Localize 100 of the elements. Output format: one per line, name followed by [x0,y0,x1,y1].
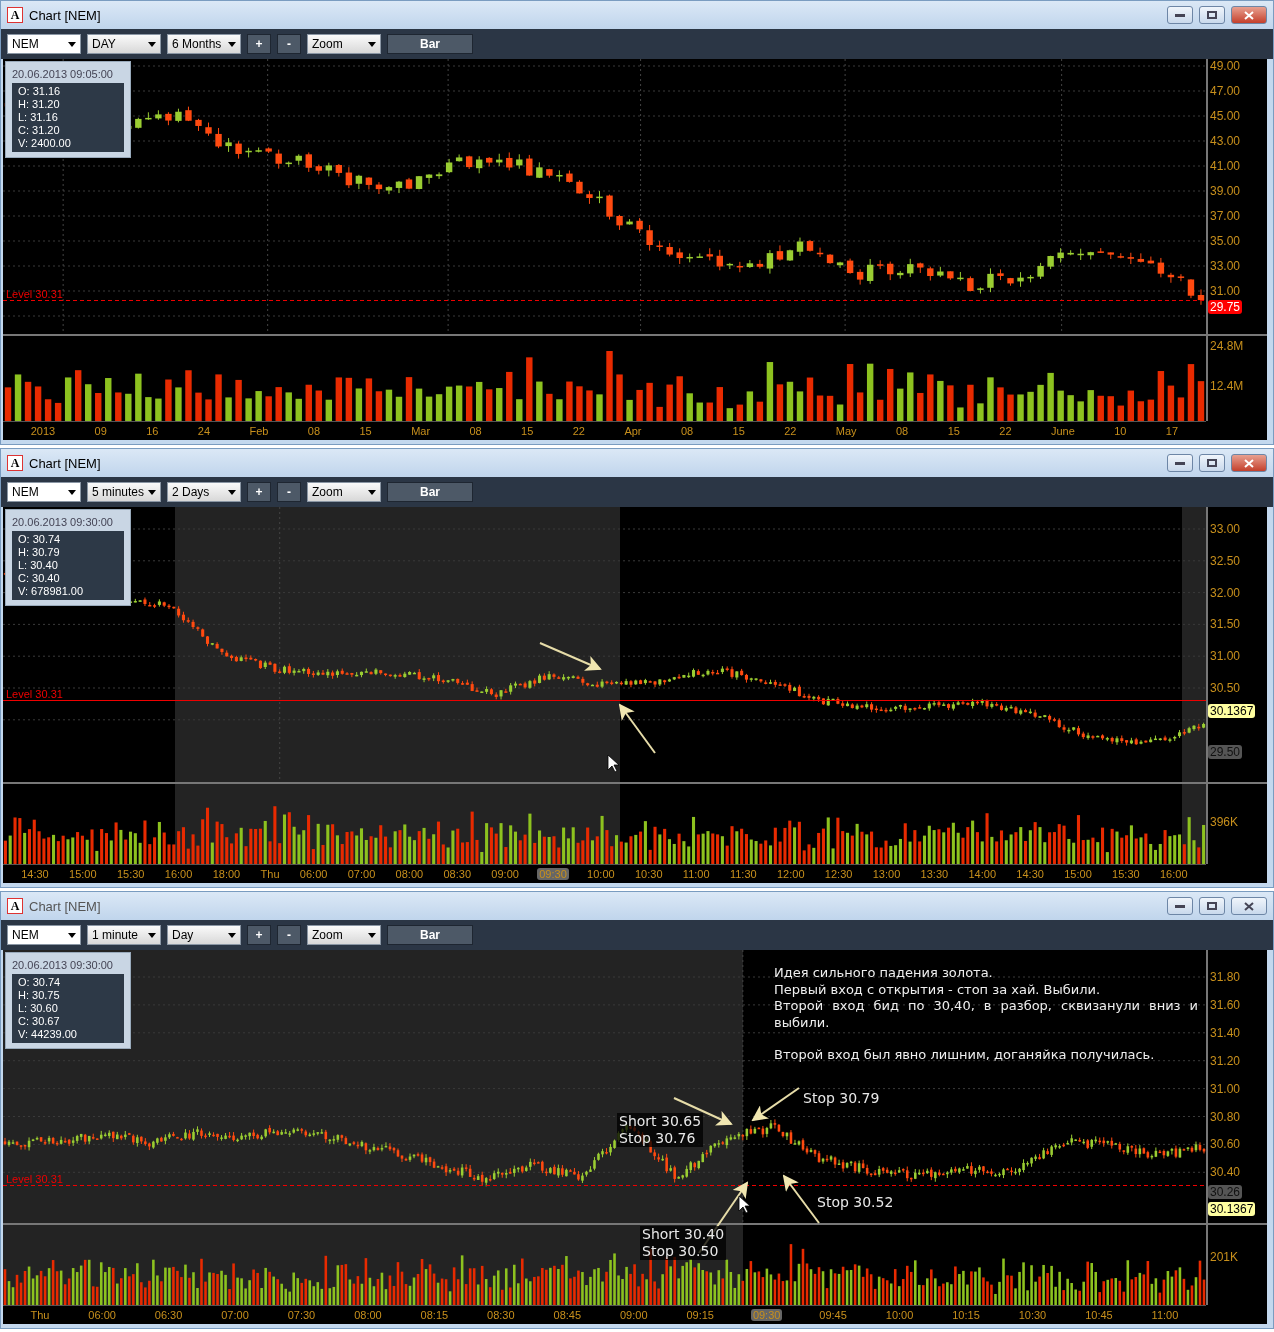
app-logo: A [7,7,23,23]
time-label: 15:30 [115,868,146,880]
ohlc-value: V: 2400.00 [18,137,72,150]
price-label: 30.50 [1210,681,1241,695]
dropdown[interactable]: 1 minute [87,925,161,945]
ohlc-value: O: 30.74 [18,533,62,546]
level-label: Level 30.31 [6,1172,63,1185]
caret-icon [68,41,76,47]
time-label: 08:00 [353,1309,383,1321]
price-label: 31.50 [1210,617,1241,632]
ohlc-value: C: 30.40 [18,572,61,585]
time-label: 15:00 [68,868,98,880]
annotation-arrow [539,642,602,671]
timestamp: 20.06.2013 09:05:00 [12,68,114,80]
minimize-button[interactable] [1167,6,1193,24]
close-button[interactable] [1231,6,1267,24]
price-label: 31.60 [1210,997,1241,1012]
volume-label: 24.8M [1210,339,1244,353]
time-label: 10:30 [634,868,664,880]
ohlc-value: C: 30.67 [18,1015,61,1028]
maximize-button[interactable] [1199,6,1225,24]
time-label: 2013 [29,425,57,437]
toolbar-button[interactable]: - [277,482,301,502]
ohlc-value: L: 30.60 [18,1002,59,1015]
price-label: 30.80 [1210,1109,1241,1124]
time-label: 15 [520,425,535,437]
time-label: 07:00 [346,868,377,880]
caret-icon [368,41,376,47]
symbol-dropdown[interactable]: NEM [7,482,81,502]
minimize-button[interactable] [1167,454,1193,472]
time-label: 08:45 [552,1309,583,1321]
toolbar-button[interactable]: + [247,34,271,54]
price-label: 30.60 [1210,1137,1241,1152]
price-label: 30.40 [1210,1165,1241,1180]
price-label: 31.00 [1210,649,1241,664]
toolbar-button[interactable]: - [277,925,301,945]
close-button[interactable] [1231,454,1267,472]
window-title: Chart [NEM] [29,898,102,914]
annotation-arrow [782,1174,820,1224]
time-label: 16:00 [163,868,194,880]
time-label: Mar [410,425,432,437]
trade-annotation: Stop 30.79 [801,1090,882,1107]
price-label: 31.40 [1210,1025,1241,1040]
caret-icon [228,41,236,47]
price-label: 41.00 [1210,159,1241,173]
chart-type-button[interactable]: Bar [387,925,473,945]
timestamp: 20.06.2013 09:30:00 [12,959,114,971]
price-badge: 29.50 [1208,744,1243,759]
ohlc-value: H: 30.75 [18,989,61,1002]
chart-type-button[interactable]: Bar [387,34,473,54]
toolbar-button[interactable]: + [247,925,271,945]
time-label: 07:30 [286,1309,317,1321]
time-label: 11:00 [1150,1309,1180,1321]
dropdown[interactable]: Zoom [307,925,381,945]
time-label: 15 [731,425,746,437]
time-label: Apr [623,425,643,437]
dropdown[interactable]: Zoom [307,482,381,502]
time-label: Feb [248,425,270,437]
cursor-icon [738,1195,751,1214]
dropdown[interactable]: 6 Months [167,34,241,54]
time-label: 15 [946,425,961,437]
price-label: 33.00 [1210,522,1241,536]
level-label: Level 30.31 [6,688,63,701]
dropdown[interactable]: Day [167,925,241,945]
price-label: 33.00 [1210,259,1241,273]
close-icon [1244,901,1254,911]
note-text: Первый вход с открытия - стоп за хай. Выбили. [774,981,1102,998]
ohlc-value: H: 31.20 [18,98,61,111]
minimize-button[interactable] [1167,897,1193,915]
symbol-dropdown[interactable]: NEM [7,925,81,945]
time-label: 18:00 [211,868,242,880]
toolbar-button[interactable]: + [247,482,271,502]
price-badge: 30.26 [1208,1184,1243,1199]
price-label: 45.00 [1210,109,1241,123]
maximize-button[interactable] [1199,897,1225,915]
time-label: 15:00 [1063,868,1093,880]
toolbar-button[interactable]: - [277,34,301,54]
time-label: 08 [895,425,910,437]
price-label: 49.00 [1210,59,1241,73]
caret-icon [148,489,156,495]
annotation-arrow [751,1087,800,1122]
time-label: 09:30 [537,868,569,880]
chart-type-button[interactable]: Bar [387,482,473,502]
dropdown[interactable]: 2 Days [167,482,241,502]
price-label: 47.00 [1210,84,1241,98]
dropdown[interactable]: Zoom [307,34,381,54]
dropdown[interactable]: DAY [87,34,161,54]
note-text: Второй вход был явно лишним, доганяйка получилась. [774,1047,1156,1064]
close-button[interactable] [1231,897,1267,915]
maximize-button[interactable] [1199,454,1225,472]
dropdown[interactable]: 5 minutes [87,482,161,502]
time-label: 08:30 [486,1309,516,1321]
symbol-dropdown[interactable]: NEM [7,34,81,54]
time-label: 06:00 [298,868,329,880]
time-label: 13:30 [919,868,950,880]
caret-icon [148,41,156,47]
ohlc-value: V: 44239.00 [18,1028,78,1041]
timestamp: 20.06.2013 09:30:00 [12,516,114,528]
time-label: 08 [306,425,322,437]
time-label: 07:00 [220,1309,250,1321]
